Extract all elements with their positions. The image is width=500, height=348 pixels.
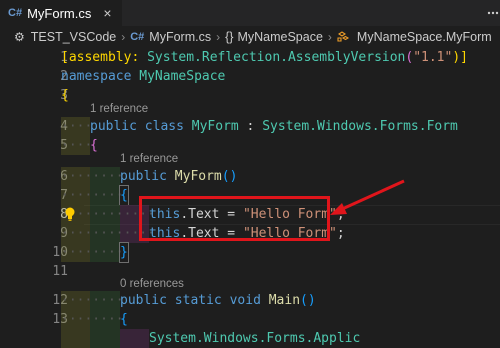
csharp-file-icon: C#: [130, 31, 145, 43]
annotation-arrow: [330, 179, 405, 215]
editor-tab-bar: C# MyForm.cs ×: [0, 0, 500, 26]
code-line: 5 ···· {: [0, 136, 500, 155]
whitespace-dots: ····: [61, 119, 93, 134]
token: MyNameSpace: [139, 69, 226, 84]
whitespace-dots: ····: [61, 138, 93, 153]
line-number: 3: [60, 88, 68, 103]
whitespace-dots: ········: [61, 169, 124, 184]
line-number: 5: [60, 138, 68, 153]
code-line: 10 ········ }: [0, 242, 500, 263]
tab-title: MyForm.cs: [27, 5, 92, 21]
line-number: 9: [60, 226, 68, 241]
token: (): [221, 169, 238, 184]
close-tab-icon[interactable]: ×: [103, 5, 111, 21]
line-code: }: [119, 242, 129, 263]
line-code: public static void Main(): [120, 291, 316, 310]
lightbulb-icon[interactable]: [63, 205, 77, 224]
more-actions-icon[interactable]: [486, 6, 500, 20]
line-number: 1: [60, 50, 68, 65]
line-code: System.Windows.Forms.Applic: [149, 331, 361, 346]
code-line: 6 ········ public MyForm(): [0, 167, 500, 186]
line-code: {: [120, 312, 128, 327]
namespace-icon: {}: [225, 30, 234, 44]
line-code: {: [61, 88, 69, 103]
code-line: 3 {: [0, 86, 500, 105]
csharp-file-icon: C#: [8, 7, 23, 19]
breadcrumb-namespace[interactable]: MyNameSpace: [237, 30, 322, 44]
whitespace-dots: ········: [61, 188, 124, 203]
token: class: [144, 119, 192, 134]
token: )]: [452, 50, 468, 65]
code-line: 4 ···· public class MyForm : System.Wind…: [0, 117, 500, 136]
code-line: 1 [assembly: System.Reflection.AssemblyV…: [0, 48, 500, 67]
code-editor[interactable]: 1 [assembly: System.Reflection.AssemblyV…: [0, 48, 500, 348]
line-code: [assembly: System.Reflection.AssemblyVer…: [61, 48, 468, 67]
breadcrumb-class[interactable]: MyNameSpace.MyForm: [357, 30, 492, 44]
line-number: 13: [52, 312, 68, 327]
token: ;: [336, 226, 345, 241]
indent-guide: [90, 329, 120, 348]
token: public: [120, 169, 175, 184]
gear-icon: ⚙: [14, 30, 25, 44]
breadcrumb-folder[interactable]: TEST_VSCode: [31, 30, 116, 44]
token: "1.1": [413, 50, 453, 65]
line-number: 7: [60, 188, 68, 203]
whitespace-dots: ········: [61, 312, 124, 327]
line-number: 6: [60, 169, 68, 184]
line-code: namespace MyNameSpace: [61, 67, 225, 86]
line-number: 11: [52, 264, 68, 279]
whitespace-dots: ········: [61, 293, 124, 308]
annotation-highlight-box: [139, 196, 330, 241]
token: namespace: [61, 69, 140, 84]
token: static: [174, 293, 230, 308]
code-line: 2 namespace MyNameSpace: [0, 67, 500, 86]
token: :: [238, 119, 263, 134]
chevron-right-icon: ›: [327, 30, 332, 44]
line-code: public MyForm(): [120, 167, 237, 186]
token: System.Reflection.AssemblyVersion: [147, 50, 406, 65]
token: Main: [268, 293, 301, 308]
token: System.Windows.Forms.Form: [262, 119, 458, 134]
tab-myform-cs[interactable]: C# MyForm.cs ×: [0, 0, 122, 26]
whitespace-dots: ········: [61, 245, 124, 260]
line-number: 2: [60, 69, 68, 84]
token: [assembly:: [61, 50, 148, 65]
indent-guide: [61, 329, 90, 348]
line-code: {: [119, 185, 129, 206]
token: void: [229, 293, 269, 308]
token: public: [120, 293, 175, 308]
indent-guide: [120, 329, 149, 348]
token: (): [300, 293, 316, 308]
token: MyForm: [174, 169, 222, 184]
line-number: 10: [52, 245, 68, 260]
line-number: 12: [52, 293, 68, 308]
code-line: 13 ········ {: [0, 310, 500, 329]
line-number: 4: [60, 119, 68, 134]
chevron-right-icon: ›: [121, 30, 126, 44]
breadcrumb: ⚙ TEST_VSCode › C# MyForm.cs › {} MyName…: [0, 26, 500, 48]
breadcrumb-file[interactable]: MyForm.cs: [149, 30, 211, 44]
code-line: 11: [0, 262, 500, 281]
code-line: System.Windows.Forms.Applic: [0, 329, 500, 348]
token: public: [90, 119, 145, 134]
code-line: 12 ········ public static void Main(): [0, 291, 500, 310]
token: MyForm: [191, 119, 239, 134]
chevron-right-icon: ›: [216, 30, 221, 44]
class-icon: [337, 31, 349, 42]
line-code: {: [90, 138, 98, 153]
line-code: public class MyForm : System.Windows.For…: [90, 117, 458, 136]
line-number: 8: [60, 207, 68, 222]
